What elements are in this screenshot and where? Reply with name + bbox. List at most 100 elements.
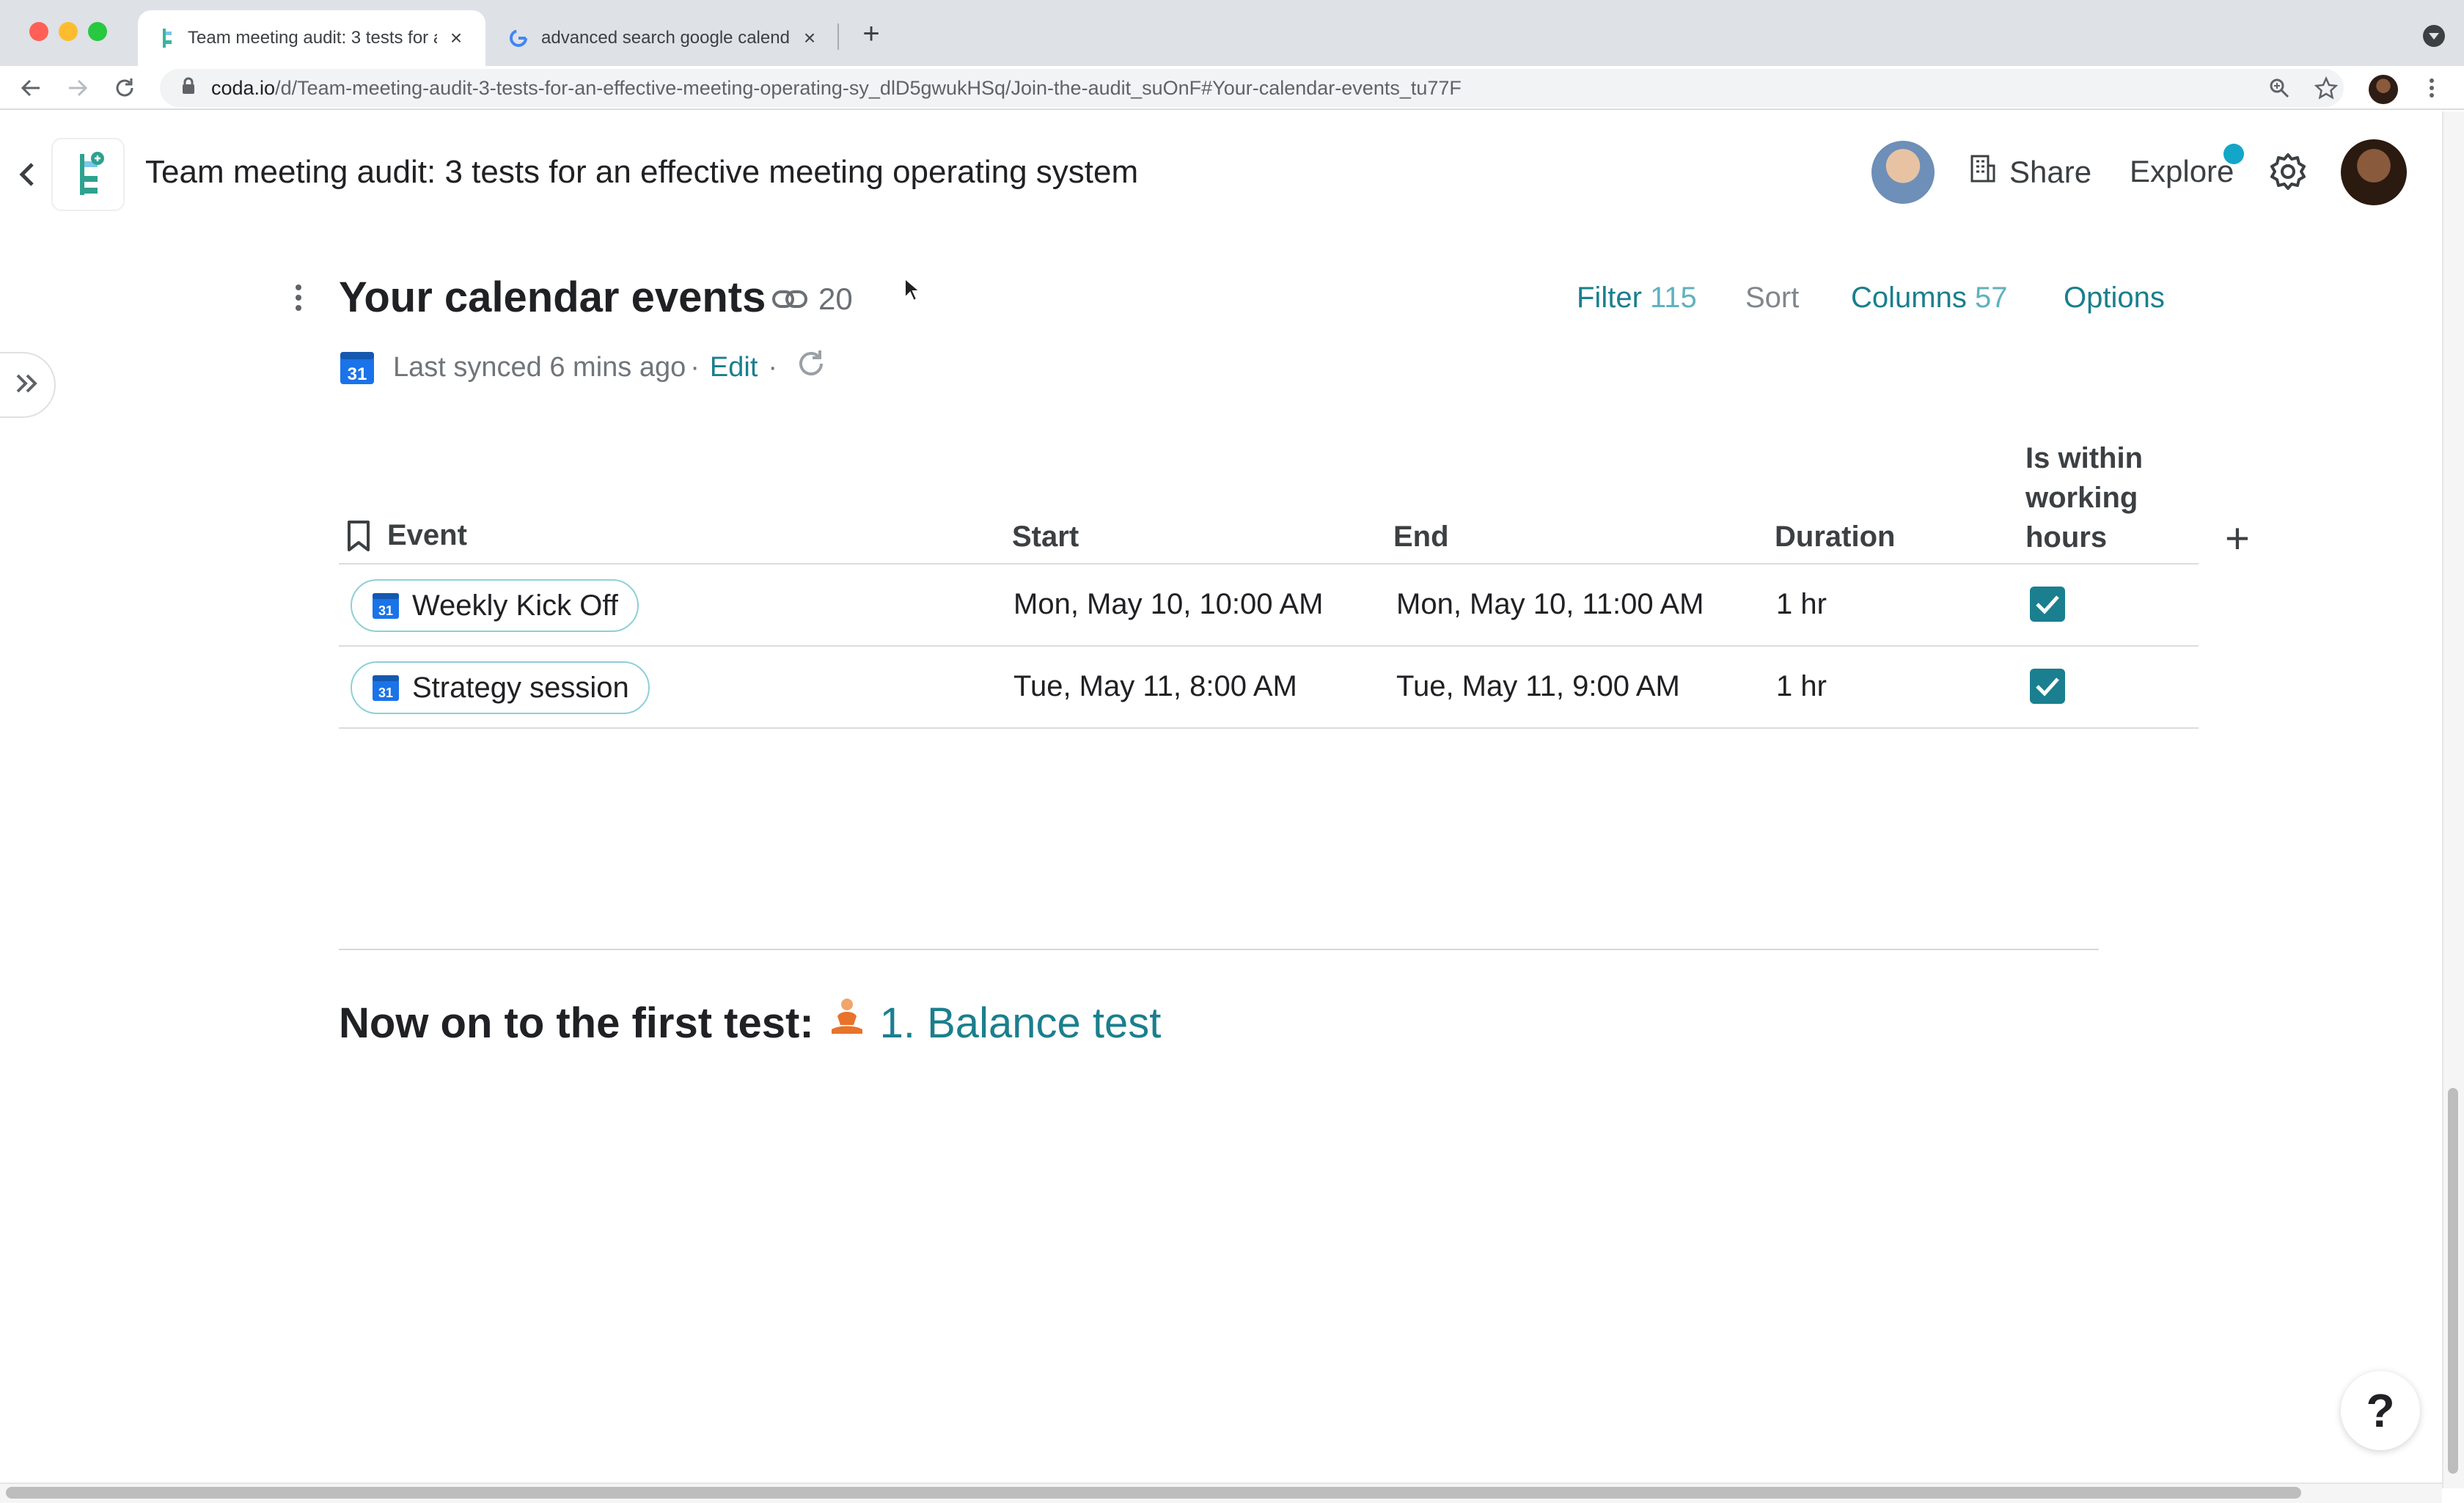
checkbox-checked-icon[interactable] bbox=[2030, 587, 2065, 622]
columns-button[interactable]: Columns 57 bbox=[1851, 282, 2007, 315]
next-section-heading: Now on to the first test: 1. Balance tes… bbox=[339, 997, 1161, 1048]
google-calendar-icon: 31 bbox=[373, 675, 399, 701]
window-minimize-button[interactable] bbox=[59, 22, 78, 41]
table-row-divider bbox=[339, 645, 2199, 647]
browser-tab-bar: Team meeting audit: 3 tests for an effec… bbox=[0, 0, 2464, 66]
collaborator-avatar[interactable] bbox=[1871, 141, 1935, 204]
address-bar[interactable]: coda.io/d/Team-meeting-audit-3-tests-for… bbox=[160, 69, 2344, 107]
back-arrow-icon[interactable] bbox=[16, 73, 45, 103]
vertical-scrollbar-thumb[interactable] bbox=[2448, 1088, 2458, 1474]
cell-end[interactable]: Mon, May 10, 11:00 AM bbox=[1396, 588, 1704, 621]
close-icon[interactable]: × bbox=[798, 26, 821, 50]
sort-button[interactable]: Sort bbox=[1745, 282, 1799, 315]
columns-label: Columns bbox=[1851, 282, 1967, 314]
google-calendar-icon: 31 bbox=[340, 352, 374, 384]
table-header-divider bbox=[339, 563, 2199, 565]
filter-count: 115 bbox=[1650, 282, 1697, 314]
tab-title: Team meeting audit: 3 tests for an effec… bbox=[188, 28, 437, 48]
column-header-line: working bbox=[2025, 482, 2138, 514]
share-label: Share bbox=[2009, 155, 2092, 189]
link-count-value: 20 bbox=[818, 282, 853, 316]
cell-duration[interactable]: 1 hr bbox=[1776, 588, 1827, 621]
profile-avatar[interactable] bbox=[2369, 75, 2398, 104]
window-zoom-button[interactable] bbox=[88, 22, 107, 41]
event-name: Weekly Kick Off bbox=[412, 589, 618, 622]
gear-icon[interactable] bbox=[2267, 151, 2309, 192]
sync-status-text: Last synced 6 mins ago bbox=[393, 351, 686, 383]
table-title: Your calendar events bbox=[339, 273, 766, 321]
mouse-cursor-icon bbox=[903, 276, 922, 306]
event-chip[interactable]: 31 Weekly Kick Off bbox=[351, 579, 639, 632]
google-calendar-icon: 31 bbox=[373, 593, 399, 619]
options-button[interactable]: Options bbox=[2064, 282, 2165, 315]
doc-title: Team meeting audit: 3 tests for an effec… bbox=[145, 154, 1139, 190]
next-section-prefix: Now on to the first test: bbox=[339, 999, 814, 1047]
tab-search-button[interactable] bbox=[2423, 25, 2445, 47]
browser-toolbar: coda.io/d/Team-meeting-audit-3-tests-for… bbox=[0, 66, 2464, 110]
kebab-icon[interactable] bbox=[293, 282, 304, 318]
double-chevron-right-icon bbox=[15, 372, 40, 398]
close-icon[interactable]: × bbox=[444, 26, 468, 50]
filter-label: Filter bbox=[1577, 282, 1642, 314]
columns-count: 57 bbox=[1974, 282, 2008, 314]
sync-status-row: 31 Last synced 6 mins ago · Edit · bbox=[339, 348, 827, 387]
browser-tab-coda[interactable]: Team meeting audit: 3 tests for an effec… bbox=[138, 10, 485, 66]
column-header-line: hours bbox=[2025, 521, 2108, 554]
column-header-duration[interactable]: Duration bbox=[1775, 521, 1895, 554]
user-avatar[interactable] bbox=[2341, 139, 2407, 205]
notification-dot bbox=[2223, 144, 2244, 164]
browser-tab-google[interactable]: advanced search google calendar × bbox=[491, 10, 839, 66]
chevron-left-icon[interactable] bbox=[16, 160, 38, 189]
url-path: /d/Team-meeting-audit-3-tests-for-an-eff… bbox=[275, 76, 1462, 99]
zoom-icon[interactable] bbox=[2265, 73, 2294, 103]
checkbox-checked-icon[interactable] bbox=[2030, 669, 2065, 704]
browser-menu-icon[interactable] bbox=[2417, 73, 2446, 103]
column-header-within-working-hours[interactable]: Is within working hours bbox=[2025, 438, 2143, 557]
refresh-icon[interactable] bbox=[795, 348, 827, 387]
lock-icon bbox=[182, 77, 195, 100]
link-count[interactable]: 20 bbox=[771, 282, 853, 317]
sidebar-toggle[interactable] bbox=[0, 352, 56, 418]
calendar-day: 31 bbox=[348, 364, 367, 384]
separator-dot: · bbox=[690, 351, 700, 383]
building-icon bbox=[1970, 154, 1996, 191]
column-header-start[interactable]: Start bbox=[1012, 521, 1079, 554]
tab-divider bbox=[837, 23, 839, 50]
google-favicon bbox=[509, 29, 528, 48]
add-column-button[interactable]: + bbox=[2225, 518, 2250, 560]
cell-end[interactable]: Tue, May 11, 9:00 AM bbox=[1396, 670, 1680, 703]
bookmark-icon bbox=[348, 520, 370, 551]
reload-icon[interactable] bbox=[110, 73, 139, 103]
edit-sync-link[interactable]: Edit bbox=[710, 352, 758, 383]
column-header-label: Event bbox=[387, 519, 467, 551]
help-button[interactable]: ? bbox=[2341, 1371, 2420, 1450]
share-button[interactable]: Share bbox=[1970, 154, 2091, 191]
cell-duration[interactable]: 1 hr bbox=[1776, 670, 1827, 703]
star-icon[interactable] bbox=[2311, 73, 2341, 103]
doc-header: Team meeting audit: 3 tests for an effec… bbox=[0, 111, 2442, 236]
tab-title: advanced search google calendar bbox=[541, 28, 791, 48]
column-header-event[interactable]: Event bbox=[346, 519, 467, 552]
horizontal-scrollbar-thumb[interactable] bbox=[6, 1487, 2301, 1499]
balance-emoji bbox=[829, 997, 865, 1048]
cell-start[interactable]: Tue, May 11, 8:00 AM bbox=[1013, 670, 1297, 703]
event-chip[interactable]: 31 Strategy session bbox=[351, 661, 650, 714]
cell-start[interactable]: Mon, May 10, 10:00 AM bbox=[1013, 588, 1323, 621]
calendar-day: 31 bbox=[378, 603, 393, 618]
separator-dot: · bbox=[768, 351, 778, 383]
section-divider bbox=[339, 949, 2099, 950]
column-header-end[interactable]: End bbox=[1393, 521, 1449, 554]
balance-test-link[interactable]: 1. Balance test bbox=[880, 999, 1162, 1048]
event-name: Strategy session bbox=[412, 671, 629, 704]
window-close-button[interactable] bbox=[29, 22, 48, 41]
coda-favicon bbox=[155, 29, 175, 48]
forward-arrow-icon[interactable] bbox=[63, 73, 92, 103]
doc-logo[interactable] bbox=[51, 138, 125, 211]
column-header-line: Is within bbox=[2025, 442, 2143, 474]
url-host: coda.io bbox=[211, 76, 276, 99]
explore-button[interactable]: Explore bbox=[2130, 154, 2234, 189]
table-row-divider bbox=[339, 727, 2199, 729]
plus-icon[interactable]: + bbox=[855, 19, 887, 51]
filter-button[interactable]: Filter 115 bbox=[1577, 282, 1697, 315]
link-icon bbox=[772, 290, 807, 308]
